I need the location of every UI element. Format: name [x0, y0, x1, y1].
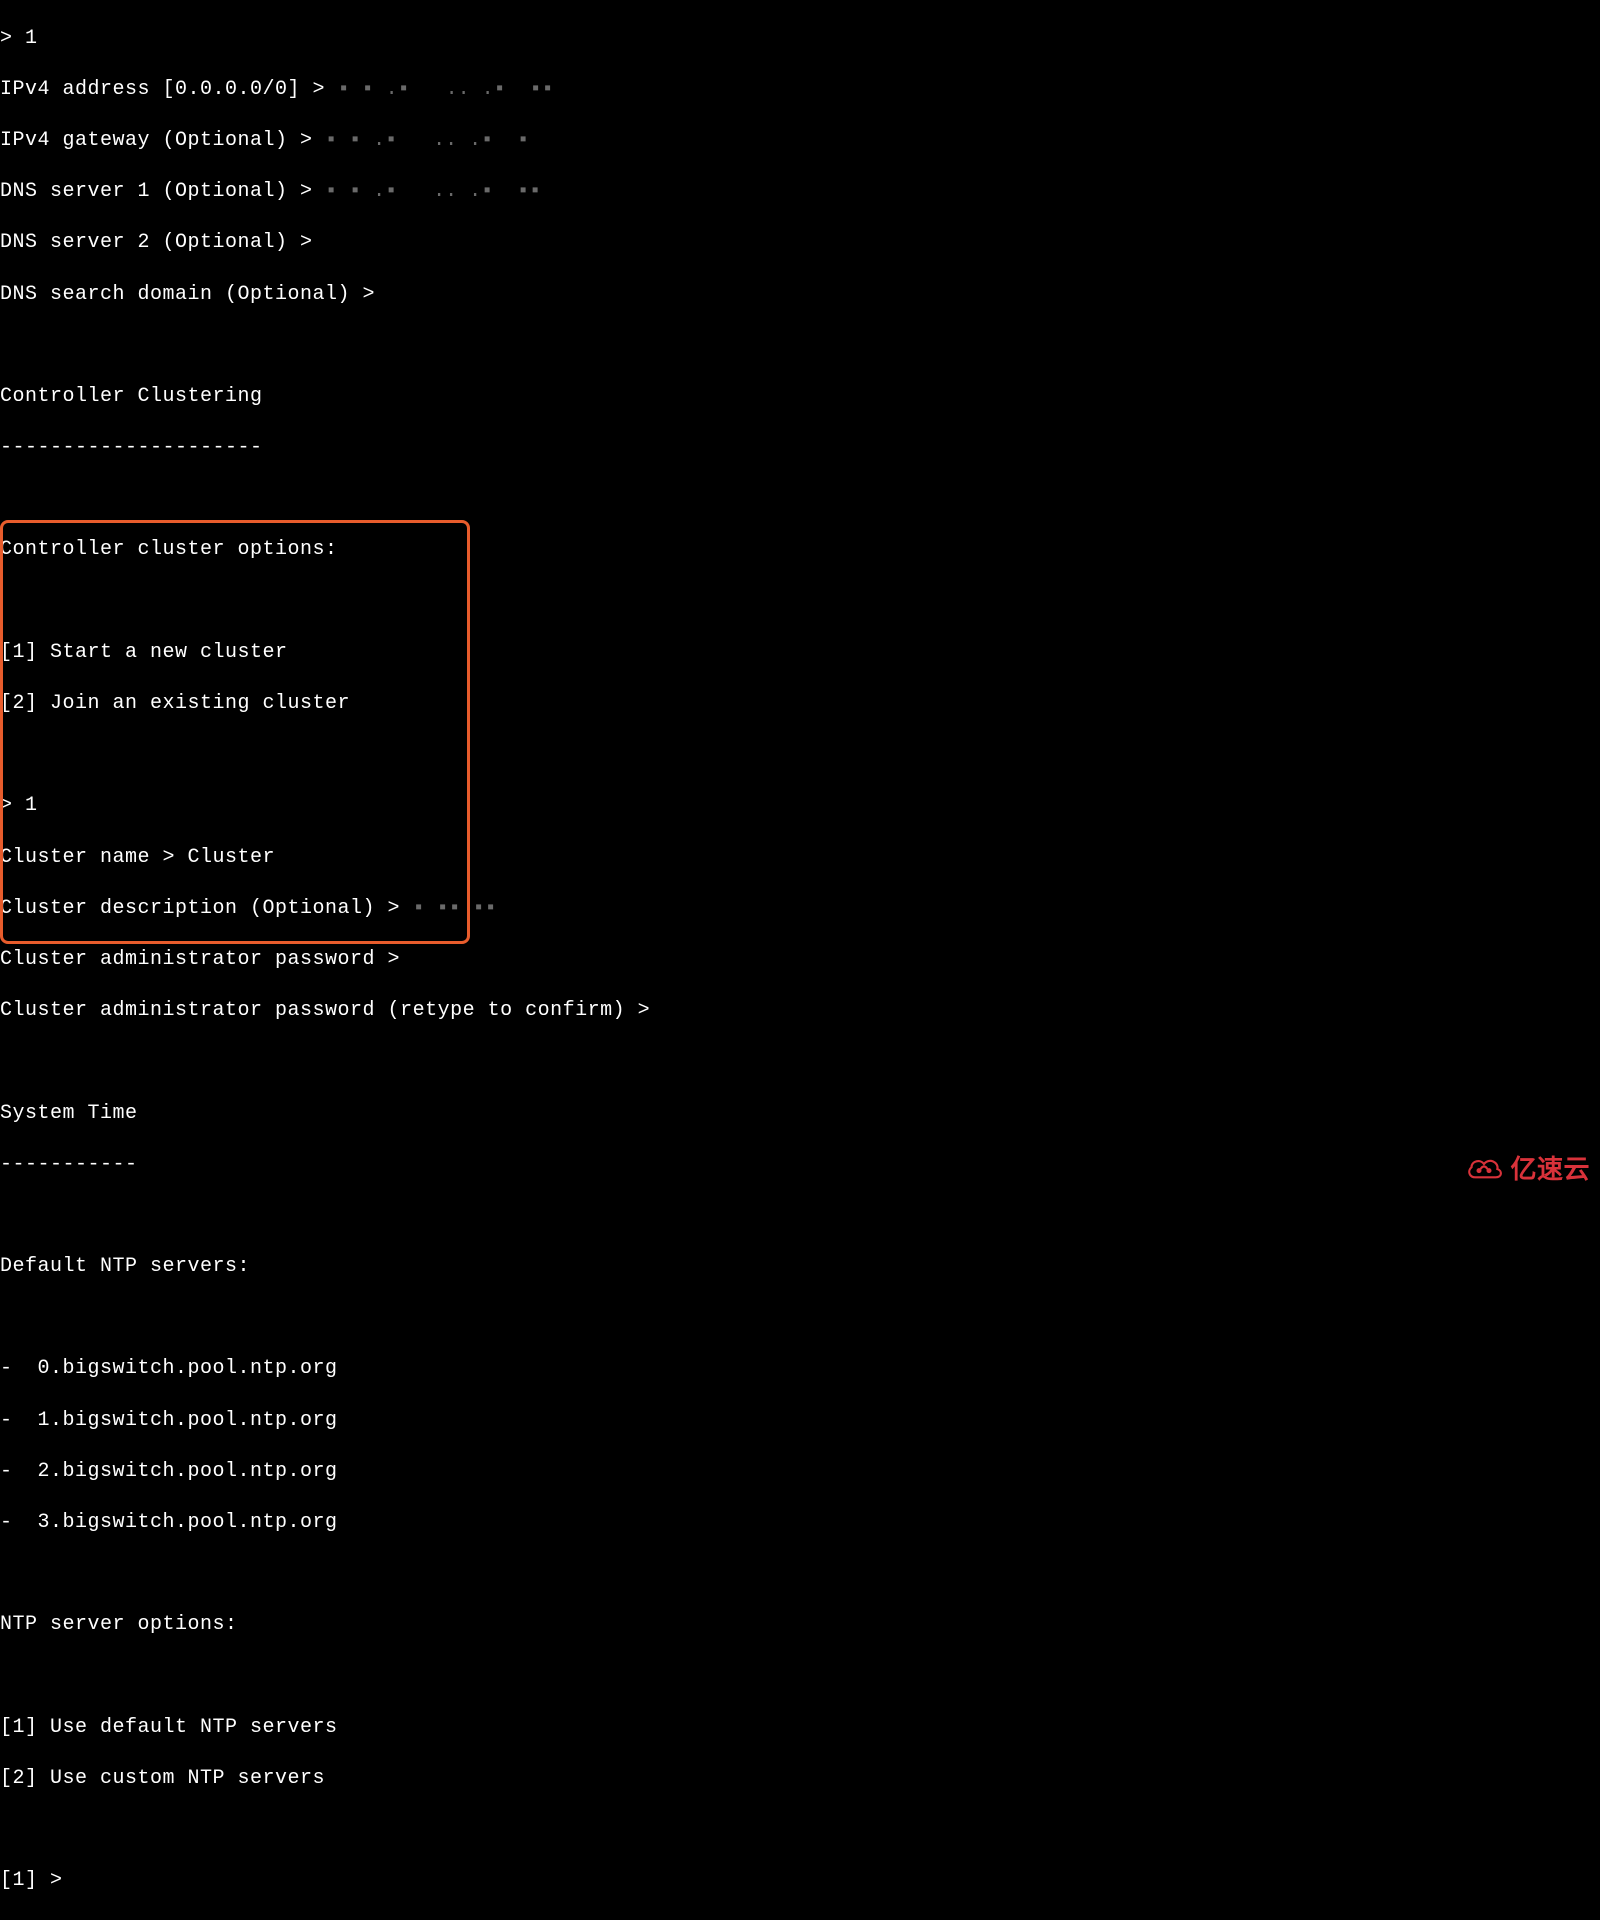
option-join-cluster: [2] Join an existing cluster — [0, 691, 1600, 717]
option-new-cluster: [1] Start a new cluster — [0, 640, 1600, 666]
cluster-description-value-redacted: ▪ ▪▪ ▪▪ — [413, 897, 497, 920]
ipv4-address-value-redacted: ▪ ▪ .▪ .. .▪ ▪▪ — [338, 78, 554, 101]
section-divider: --------------------- — [0, 435, 1600, 461]
dns2-line: DNS server 2 (Optional) > — [0, 230, 1600, 256]
blank-line — [0, 333, 1600, 359]
prompt-line: > 1 — [0, 793, 1600, 819]
ipv4-gateway-prompt: IPv4 gateway (Optional) > — [0, 129, 325, 152]
default-ntp-header: Default NTP servers: — [0, 1254, 1600, 1280]
section-divider: ----------- — [0, 1152, 1600, 1178]
blank-line — [0, 1817, 1600, 1843]
cluster-password-line: Cluster administrator password > — [0, 947, 1600, 973]
controller-options-header: Controller cluster options: — [0, 537, 1600, 563]
ntp-server-0: - 0.bigswitch.pool.ntp.org — [0, 1356, 1600, 1382]
cluster-name-line: Cluster name > Cluster — [0, 845, 1600, 871]
blank-line — [0, 742, 1600, 768]
prompt-line: > 1 — [0, 26, 1600, 52]
blank-line — [0, 486, 1600, 512]
blank-line — [0, 1305, 1600, 1331]
ipv4-gateway-value-redacted: ▪ ▪ .▪ .. .▪ ▪ — [325, 129, 529, 152]
cluster-description-prompt: Cluster description (Optional) > — [0, 897, 413, 920]
blank-line — [0, 1561, 1600, 1587]
blank-line — [0, 1203, 1600, 1229]
option-default-ntp: [1] Use default NTP servers — [0, 1715, 1600, 1741]
dns-search-line: DNS search domain (Optional) > — [0, 282, 1600, 308]
section-system-time: System Time — [0, 1101, 1600, 1127]
blank-line — [0, 1049, 1600, 1075]
ntp-options-header: NTP server options: — [0, 1612, 1600, 1638]
ntp-server-2: - 2.bigswitch.pool.ntp.org — [0, 1459, 1600, 1485]
dns1-line: DNS server 1 (Optional) > ▪ ▪ .▪ .. .▪ ▪… — [0, 179, 1600, 205]
terminal-output[interactable]: > 1 IPv4 address [0.0.0.0/0] > ▪ ▪ .▪ ..… — [0, 0, 1600, 1920]
dns1-prompt: DNS server 1 (Optional) > — [0, 180, 325, 203]
cluster-password-confirm-line: Cluster administrator password (retype t… — [0, 998, 1600, 1024]
ipv4-address-prompt: IPv4 address [0.0.0.0/0] > — [0, 78, 338, 101]
blank-line — [0, 589, 1600, 615]
cluster-description-line: Cluster description (Optional) > ▪ ▪▪ ▪▪ — [0, 896, 1600, 922]
section-controller-clustering: Controller Clustering — [0, 384, 1600, 410]
ipv4-address-line: IPv4 address [0.0.0.0/0] > ▪ ▪ .▪ .. .▪ … — [0, 77, 1600, 103]
ipv4-gateway-line: IPv4 gateway (Optional) > ▪ ▪ .▪ .. .▪ ▪ — [0, 128, 1600, 154]
blank-line — [0, 1664, 1600, 1690]
option-custom-ntp: [2] Use custom NTP servers — [0, 1766, 1600, 1792]
ntp-prompt-line: [1] > — [0, 1868, 1600, 1894]
ntp-server-1: - 1.bigswitch.pool.ntp.org — [0, 1408, 1600, 1434]
ntp-server-3: - 3.bigswitch.pool.ntp.org — [0, 1510, 1600, 1536]
dns1-value-redacted: ▪ ▪ .▪ .. .▪ ▪▪ — [325, 180, 541, 203]
